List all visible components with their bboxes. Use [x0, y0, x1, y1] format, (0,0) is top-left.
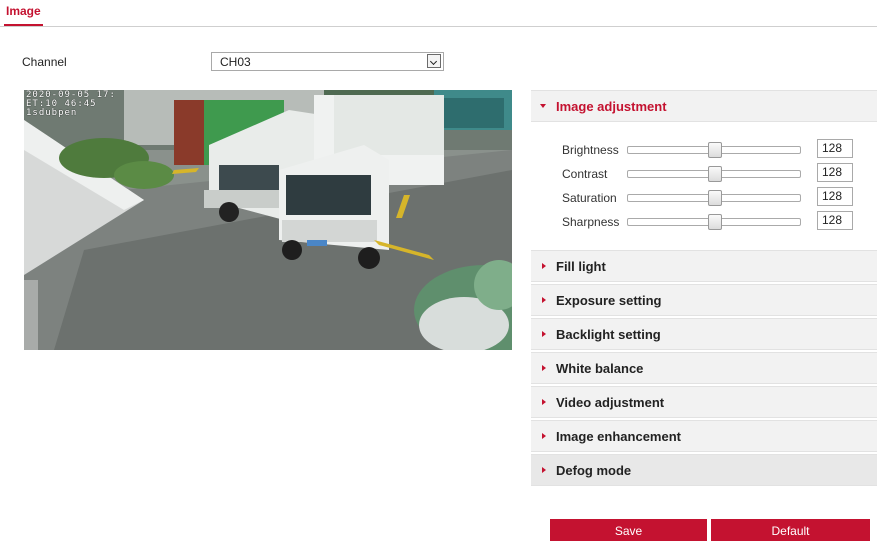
- sharpness-row: Sharpness 128: [531, 211, 877, 233]
- section-title: Image adjustment: [556, 99, 667, 114]
- tab-bar: Image: [0, 0, 877, 27]
- section-title: White balance: [556, 361, 644, 376]
- sharpness-label: Sharpness: [562, 215, 620, 229]
- brightness-row: Brightness 128: [531, 139, 877, 161]
- caret-right-icon: [542, 365, 546, 371]
- section-video-adjustment[interactable]: Video adjustment: [531, 386, 877, 418]
- contrast-label: Contrast: [562, 167, 608, 181]
- chevron-down-icon[interactable]: [427, 54, 441, 68]
- channel-value: CH03: [220, 55, 251, 69]
- saturation-slider-thumb[interactable]: [708, 190, 722, 206]
- camera-preview: 2020-09-05 17: ET:10 46:45 1sdubpen: [24, 90, 512, 350]
- caret-down-icon: [540, 104, 546, 108]
- section-title: Video adjustment: [556, 395, 665, 410]
- caret-right-icon: [542, 433, 546, 439]
- section-backlight-setting[interactable]: Backlight setting: [531, 318, 877, 350]
- tab-image[interactable]: Image: [4, 4, 43, 26]
- saturation-label: Saturation: [562, 191, 617, 205]
- image-adjustment-sliders: Brightness 128 Contrast 128 Saturation 1…: [531, 124, 877, 250]
- section-title: Image enhancement: [556, 429, 681, 444]
- osd-line: 1sdubpen: [26, 108, 78, 118]
- save-button[interactable]: Save: [550, 519, 707, 541]
- sharpness-value-input[interactable]: 128: [817, 211, 853, 230]
- caret-right-icon: [542, 331, 546, 337]
- contrast-value-input[interactable]: 128: [817, 163, 853, 182]
- saturation-slider[interactable]: [627, 190, 801, 206]
- channel-label: Channel: [22, 55, 67, 69]
- channel-select[interactable]: CH03: [211, 52, 444, 71]
- sharpness-slider-thumb[interactable]: [708, 214, 722, 230]
- section-title: Exposure setting: [556, 293, 662, 308]
- brightness-label: Brightness: [562, 143, 619, 157]
- brightness-slider[interactable]: [627, 142, 801, 158]
- contrast-slider-thumb[interactable]: [708, 166, 722, 182]
- saturation-row: Saturation 128: [531, 187, 877, 209]
- contrast-slider[interactable]: [627, 166, 801, 182]
- contrast-row: Contrast 128: [531, 163, 877, 185]
- section-defog-mode[interactable]: Defog mode: [531, 454, 877, 486]
- section-exposure-setting[interactable]: Exposure setting: [531, 284, 877, 316]
- brightness-slider-thumb[interactable]: [708, 142, 722, 158]
- settings-panel: Image adjustment Brightness 128 Contrast…: [531, 90, 877, 488]
- caret-right-icon: [542, 263, 546, 269]
- section-image-adjustment[interactable]: Image adjustment: [531, 90, 877, 122]
- section-fill-light[interactable]: Fill light: [531, 250, 877, 282]
- camera-preview-image: [24, 90, 512, 350]
- section-title: Backlight setting: [556, 327, 661, 342]
- section-white-balance[interactable]: White balance: [531, 352, 877, 384]
- caret-right-icon: [542, 297, 546, 303]
- saturation-value-input[interactable]: 128: [817, 187, 853, 206]
- section-image-enhancement[interactable]: Image enhancement: [531, 420, 877, 452]
- caret-right-icon: [542, 399, 546, 405]
- default-button[interactable]: Default: [711, 519, 870, 541]
- sharpness-slider[interactable]: [627, 214, 801, 230]
- section-title: Fill light: [556, 259, 606, 274]
- brightness-value-input[interactable]: 128: [817, 139, 853, 158]
- osd-overlay: 2020-09-05 17: ET:10 46:45 1sdubpen: [26, 91, 116, 118]
- caret-right-icon: [542, 467, 546, 473]
- section-title: Defog mode: [556, 463, 632, 478]
